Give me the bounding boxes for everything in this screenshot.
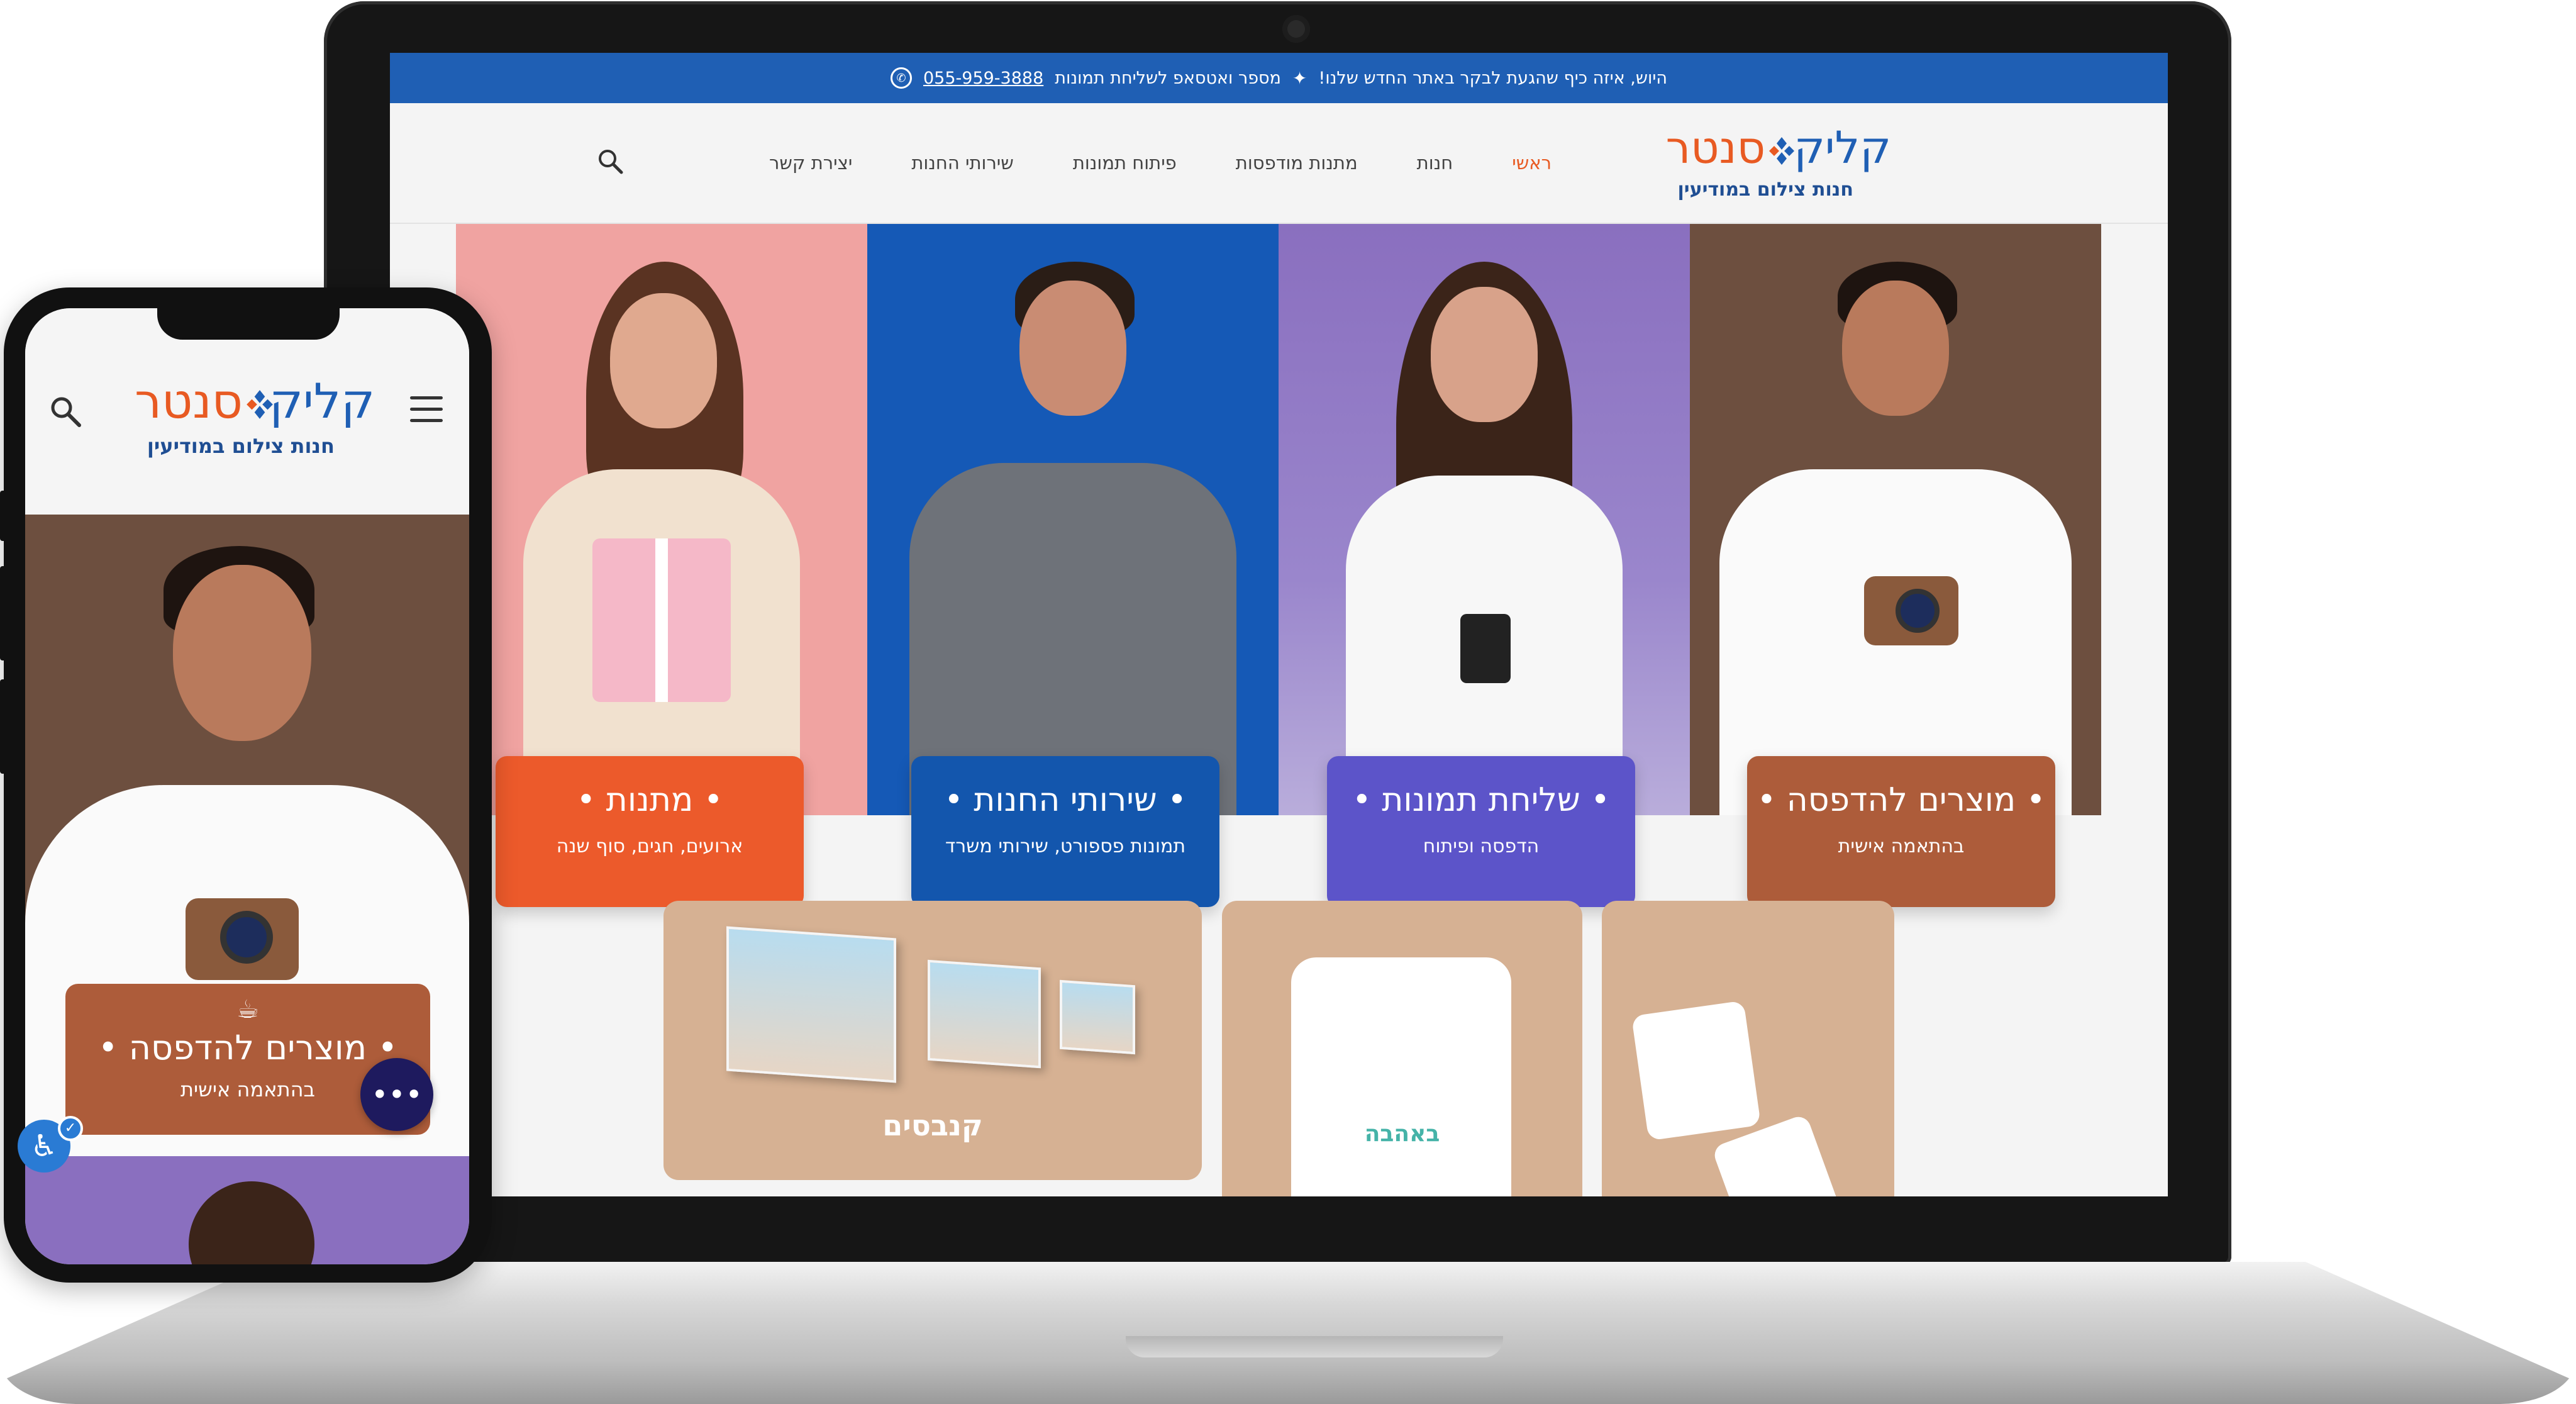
smiling-man-photo xyxy=(897,262,1249,815)
announcement-bar: היוש, איזה כיף שהגעת לבקר באתר החדש שלנו… xyxy=(390,53,2168,103)
nav-item-printed-gifts[interactable]: מתנות מודפסות xyxy=(1236,152,1358,174)
man-in-camera-tshirt-photo xyxy=(1713,262,2078,815)
card-subtitle: ארועים, חגים, סוף שנה xyxy=(556,835,743,857)
canvas-print-image xyxy=(726,926,896,1083)
next-hero-slide-preview xyxy=(25,1156,469,1264)
search-icon[interactable] xyxy=(48,394,83,429)
logo-word-center: סנטר xyxy=(135,373,243,429)
mobile-logo[interactable]: קליק סנטר חנות צילום במודיעין xyxy=(117,371,375,465)
card-title: • שירותי החנות • xyxy=(944,781,1187,819)
webcam-dot xyxy=(1282,15,1310,43)
logo-diamond-icon xyxy=(247,390,273,419)
hero-tile-gifts[interactable] xyxy=(456,224,867,815)
hero-card-send-photos[interactable]: • שליחת תמונות • הדפסה ופיתוח xyxy=(1327,756,1635,907)
nav-item-store-services[interactable]: שירותי החנות xyxy=(911,152,1014,174)
whatsapp-label: מספר ואטסאפ לשליחת תמונות xyxy=(1055,68,1281,88)
hero-tile-send-photos[interactable] xyxy=(1279,224,1690,815)
canvas-print-image xyxy=(1060,979,1135,1055)
logo-tagline: חנות צילום במודיעין xyxy=(147,434,335,458)
card-title: • מתנות • xyxy=(576,781,723,819)
site-header: קליק סנטר חנות צילום במודיעין ראשי חנות … xyxy=(390,103,2168,224)
product-mug-card[interactable] xyxy=(1602,901,1894,1196)
laptop-screen: היוש, איזה כיף שהגעת לבקר באתר החדש שלנו… xyxy=(390,53,2168,1196)
star-separator: ✦ xyxy=(1292,67,1307,89)
hero-tile-services[interactable] xyxy=(867,224,1279,815)
logo-diamond-icon xyxy=(1769,137,1794,165)
site-logo[interactable]: קליק סנטר חנות צילום במודיעין xyxy=(1652,120,1891,201)
phone-link[interactable]: 055-959-3888 xyxy=(923,69,1043,88)
check-badge-icon: ✓ xyxy=(58,1116,83,1141)
hero-tiles xyxy=(456,224,2102,815)
welcome-message: היוש, איזה כיף שהגעת לבקר באתר החדש שלנו… xyxy=(1318,68,1668,88)
logo-word-center: סנטר xyxy=(1665,122,1765,174)
card-title: • שליחת תמונות • xyxy=(1352,781,1610,819)
card-title: • מוצרים להדפסה • xyxy=(97,1028,398,1067)
product-tshirt-card[interactable]: באהבה xyxy=(1222,901,1582,1196)
hero-tile-print-products[interactable] xyxy=(1690,224,2101,815)
cup-icon: ☕ xyxy=(236,995,259,1024)
nav-item-shop[interactable]: חנות xyxy=(1417,152,1453,174)
nav-item-contact[interactable]: יצירת קשר xyxy=(769,152,852,174)
hero-card-services[interactable]: • שירותי החנות • תמונות פספורט, שירותי מ… xyxy=(911,756,1219,907)
tshirt-print-text: באהבה xyxy=(1364,1121,1440,1147)
card-subtitle: תמונות פספורט, שירותי משרד xyxy=(945,835,1186,857)
card-title: • מוצרים להדפסה • xyxy=(1757,781,2046,819)
tshirt-image xyxy=(1291,957,1511,1196)
search-icon[interactable] xyxy=(596,147,624,175)
logo-word-click: קליק xyxy=(1794,122,1891,174)
canvas-print-image xyxy=(928,959,1041,1069)
nav-item-photo-development[interactable]: פיתוח תמונות xyxy=(1073,152,1177,174)
card-subtitle: בהתאמה אישית xyxy=(1838,835,1965,857)
logo-word-click: קליק xyxy=(269,373,375,429)
main-nav: ראשי חנות מתנות מודפסות פיתוח תמונות שיר… xyxy=(769,152,1552,174)
more-options-button[interactable]: ••• xyxy=(360,1058,433,1131)
phone-side-button xyxy=(0,566,6,660)
phone-notch xyxy=(157,302,340,340)
phone-side-button xyxy=(0,491,6,541)
product-canvas-card[interactable]: קנבסים xyxy=(663,901,1202,1180)
man-face-photo xyxy=(173,565,311,741)
card-subtitle: הדפסה ופיתוח xyxy=(1423,835,1540,857)
product-title: קנבסים xyxy=(882,1108,983,1142)
woman-with-gift-photo xyxy=(498,262,825,815)
mug-image xyxy=(1631,1000,1762,1141)
nav-item-home[interactable]: ראשי xyxy=(1512,152,1552,174)
hero-card-gifts[interactable]: • מתנות • ארועים, חגים, סוף שנה xyxy=(496,756,804,907)
hero-card-print-products[interactable]: • מוצרים להדפסה • בהתאמה אישית xyxy=(1747,756,2055,907)
logo-tagline: חנות צילום במודיעין xyxy=(1677,179,1853,201)
woman-with-phone-photo xyxy=(1321,262,1648,815)
laptop-base xyxy=(0,1262,2576,1404)
laptop-opening-notch xyxy=(1126,1336,1503,1357)
hamburger-icon[interactable] xyxy=(410,396,443,424)
phone-side-button xyxy=(0,679,6,774)
whatsapp-icon[interactable]: ✆ xyxy=(890,67,912,89)
